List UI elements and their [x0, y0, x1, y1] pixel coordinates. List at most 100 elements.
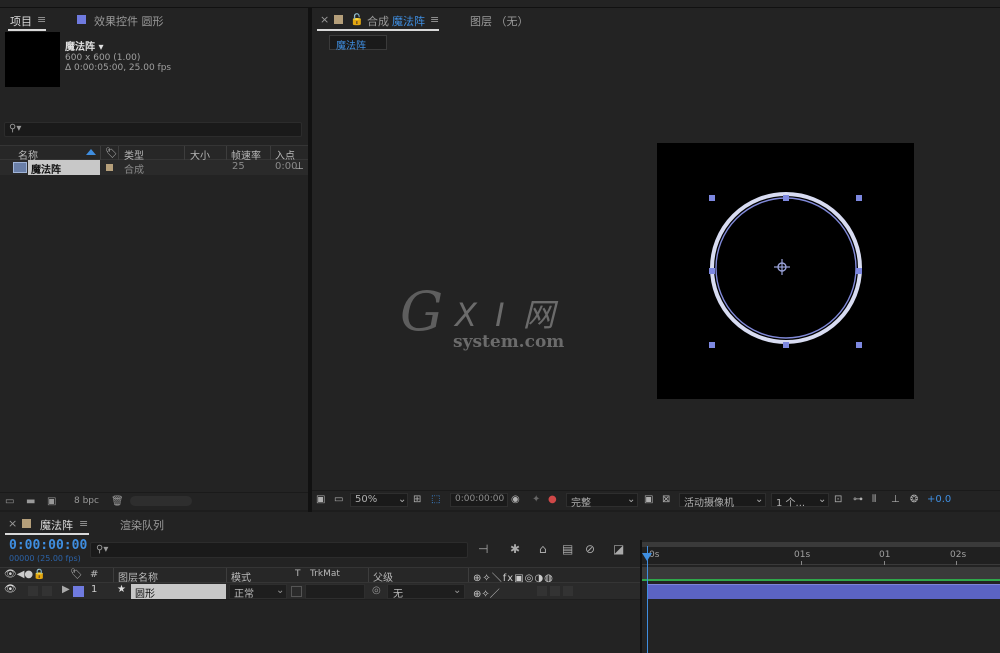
layer-label-swatch[interactable]: [73, 586, 84, 597]
region-of-interest-icon[interactable]: ▣: [644, 494, 653, 505]
snapshot-icon[interactable]: ◉: [511, 494, 520, 505]
fast-previews-icon[interactable]: ⊶: [853, 494, 863, 505]
chevron-down-icon: ⌄: [276, 585, 285, 596]
tab-composition-label[interactable]: 合成: [367, 13, 389, 29]
project-column-headers: 名称 🏷 类型 大小 帧速率 入点: [0, 145, 308, 162]
comp-info-name[interactable]: 魔法阵 ▾: [65, 38, 171, 53]
col-parent[interactable]: 父级: [373, 569, 393, 584]
col-preserve-transparency[interactable]: T: [295, 569, 301, 579]
chevron-down-icon: ⌄: [398, 494, 407, 505]
ruler-tick-label: 02s: [950, 550, 967, 560]
col-layer-number: #: [90, 569, 99, 580]
col-trkmat[interactable]: TrkMat: [310, 569, 340, 579]
layer-duration-bar[interactable]: [647, 584, 1000, 599]
switch-box[interactable]: [550, 586, 560, 596]
solo-toggle[interactable]: [28, 586, 38, 596]
switch-box[interactable]: [537, 586, 547, 596]
switches-icons[interactable]: ⊕✧＼fx▣◎◑◍: [473, 569, 554, 584]
lock-icon[interactable]: 🔓: [350, 13, 364, 26]
project-search-input[interactable]: ⚲▾: [4, 122, 302, 137]
bpc-button[interactable]: 8 bpc: [74, 496, 99, 506]
always-preview-icon[interactable]: ▣: [316, 494, 325, 505]
comp-panel-menu-icon[interactable]: ≡: [430, 13, 439, 26]
color-channels-icon[interactable]: ●: [548, 494, 557, 505]
monitor-icon[interactable]: ▭: [334, 494, 343, 505]
interpret-footage-icon[interactable]: ▭: [5, 496, 14, 507]
exposure-value[interactable]: +0.0: [927, 494, 951, 505]
layer-name[interactable]: 圆形: [135, 585, 155, 600]
panel-menu-icon[interactable]: ≡: [37, 13, 46, 26]
comp-mini-flowchart-icon[interactable]: ⊣: [478, 542, 488, 556]
navigator-bar[interactable]: [642, 542, 1000, 547]
new-comp-icon[interactable]: ▣: [47, 496, 56, 507]
graph-editor-icon[interactable]: ◪: [613, 542, 624, 556]
tab-project[interactable]: 项目: [10, 13, 32, 29]
timeline-column-headers: 👁◀●🔒 🏷 # 图层名称 模式 T TrkMat 父级 ⊕✧＼fx▣◎◑◍: [0, 567, 640, 584]
layer-switches-icons[interactable]: ⊕✧／: [473, 585, 500, 600]
comp-flowchart-icon[interactable]: ⊥: [891, 494, 900, 505]
transform-handle: [783, 342, 789, 348]
transform-handle: [709, 342, 715, 348]
col-layer-name[interactable]: 图层名称: [118, 569, 158, 584]
label-tag-icon[interactable]: 🏷: [70, 569, 83, 580]
timeline-icon[interactable]: ⫴: [872, 494, 876, 505]
close-icon[interactable]: ×: [320, 13, 329, 26]
top-toolbar-strip: [0, 0, 1000, 8]
circle-shape-layer[interactable]: [700, 188, 870, 358]
tab-composition-name[interactable]: 魔法阵: [392, 13, 425, 29]
work-area-bar[interactable]: [642, 567, 1000, 579]
ruler-tick-label: 01s: [794, 550, 811, 560]
trash-icon[interactable]: 🗑: [111, 496, 124, 507]
motion-blur-icon[interactable]: ⊘: [585, 542, 595, 556]
tab-render-queue[interactable]: 渲染队列: [120, 517, 164, 533]
switch-box[interactable]: [563, 586, 573, 596]
flowchart-icon[interactable]: ⊥: [295, 161, 304, 172]
toggle-pixel-aspect-icon[interactable]: ⊡: [834, 494, 842, 505]
effects-label-swatch: [77, 15, 86, 24]
timeline-frame-count: 00000 (25.00 fps): [9, 554, 81, 563]
time-ruler[interactable]: 0s 01s 01 02s: [642, 547, 1000, 565]
item-name[interactable]: 魔法阵: [31, 161, 61, 176]
current-time-value: 0:00:00:00: [455, 494, 505, 504]
timeline-current-time[interactable]: 0:00:00:00: [9, 538, 87, 553]
tab-timeline-comp[interactable]: 魔法阵: [40, 517, 73, 533]
transparency-grid-icon[interactable]: ⊠: [662, 494, 670, 505]
lock-toggle[interactable]: [42, 586, 52, 596]
label-tag-icon[interactable]: 🏷: [105, 148, 118, 159]
tab-layer[interactable]: 图层 （无）: [470, 13, 529, 29]
eye-visibility-icon[interactable]: 👁: [4, 584, 17, 595]
new-folder-icon[interactable]: ▬: [26, 496, 35, 507]
tab-effect-controls[interactable]: 效果控件 圆形: [94, 13, 164, 29]
close-icon[interactable]: ×: [8, 517, 17, 530]
comp-flow-subtab[interactable]: 魔法阵: [329, 35, 387, 52]
reset-exposure-icon[interactable]: ❂: [910, 494, 918, 505]
label-color-swatch[interactable]: [106, 164, 113, 171]
resolution-value: 完整: [571, 498, 591, 509]
work-area-cache-line: [642, 579, 1000, 581]
transform-handle: [783, 195, 789, 201]
draft-3d-icon[interactable]: ✱: [510, 542, 520, 556]
thumbnail-zoom-slider[interactable]: [130, 496, 192, 506]
trkmat-select[interactable]: [305, 584, 365, 599]
timeline-search-input[interactable]: ⚲▾: [90, 542, 468, 558]
playhead-handle-icon[interactable]: [642, 553, 652, 561]
search-icon: ⚲▾: [9, 123, 22, 134]
col-mode[interactable]: 模式: [231, 569, 251, 584]
expand-arrow-icon[interactable]: ▶: [62, 584, 70, 595]
current-time-indicator[interactable]: [647, 546, 648, 653]
project-item-row[interactable]: 魔法阵 合成 25 0:00 ⊥: [0, 160, 308, 176]
preserve-transparency-checkbox[interactable]: [291, 586, 302, 597]
composition-toolbar: ▣ ▭ 50% ⌄ ⊞ ⬚ 0:00:00:00 ◉ ✦ ● 完整 ⌄ ▣ ⊠ …: [312, 490, 1000, 509]
pick-whip-icon[interactable]: ◎: [372, 585, 381, 596]
av-features-icons[interactable]: 👁◀●🔒: [4, 569, 46, 580]
timeline-layer-row[interactable]: 👁 ▶ 1 ★ 圆形 正常 ⌄ ◎ 无 ⌄ ⊕✧／: [0, 583, 640, 600]
shy-layers-icon[interactable]: ⌂: [539, 542, 547, 556]
timeline-tabbar: × 魔法阵 ≡ 渲染队列: [0, 512, 1000, 536]
parent-value: 无: [393, 589, 403, 600]
mask-visibility-icon[interactable]: ⬚: [431, 494, 440, 505]
grid-toggle-icon[interactable]: ⊞: [413, 494, 421, 505]
frame-blending-icon[interactable]: ▤: [562, 542, 573, 556]
show-snapshot-icon[interactable]: ✦: [532, 494, 540, 505]
timeline-menu-icon[interactable]: ≡: [79, 517, 88, 530]
transform-handle: [856, 195, 862, 201]
